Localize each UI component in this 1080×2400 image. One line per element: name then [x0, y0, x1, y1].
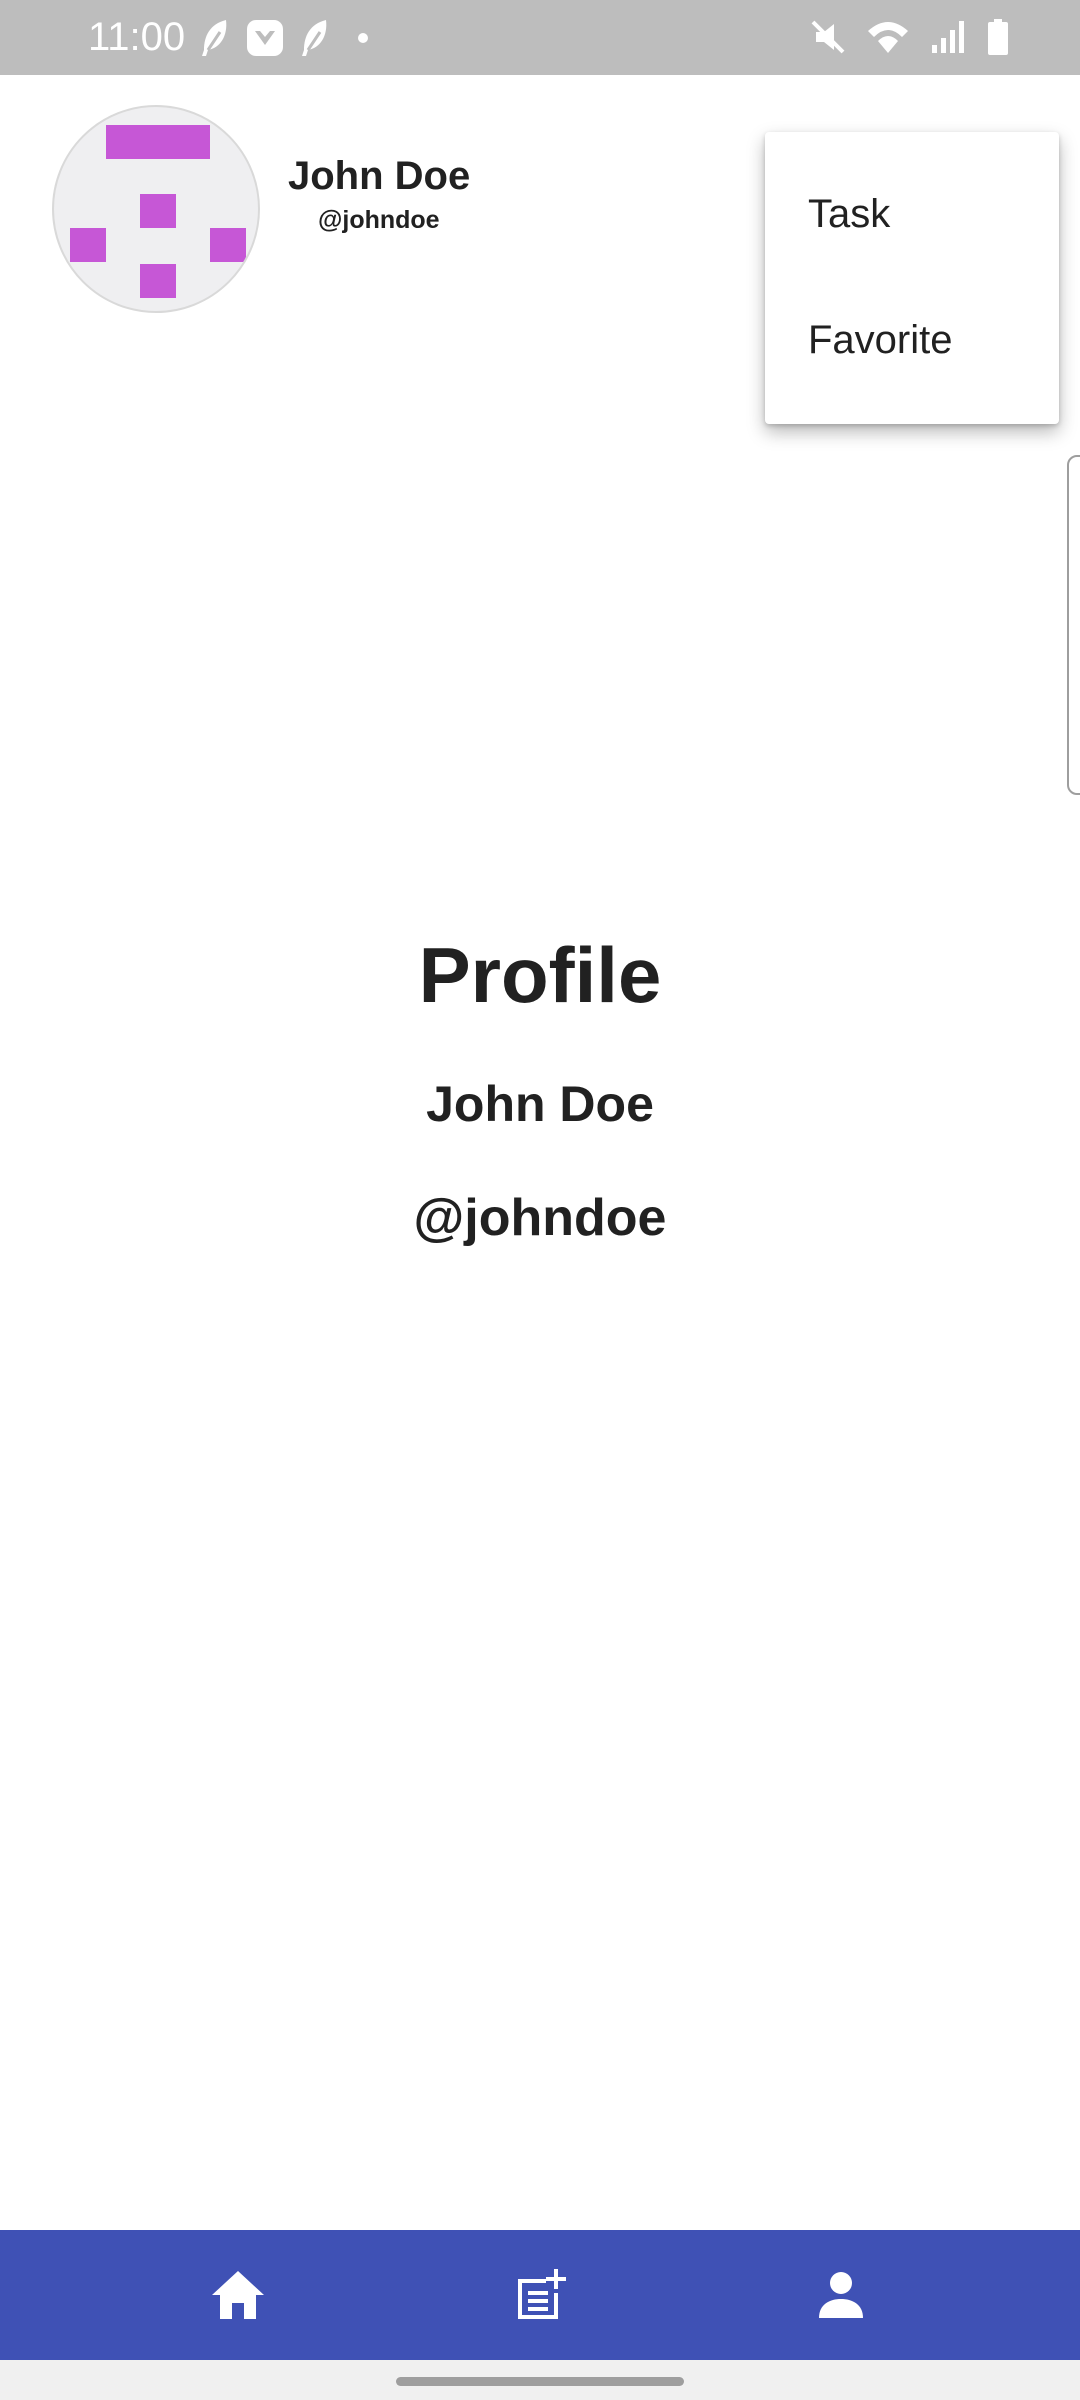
header-user-name: John Doe: [288, 154, 471, 198]
add-note-icon: [518, 2269, 566, 2319]
dot-icon: [358, 33, 368, 43]
avatar[interactable]: [52, 105, 260, 313]
menu-item-task[interactable]: Task: [808, 184, 890, 244]
nav-profile-button[interactable]: [741, 2230, 941, 2360]
profile-handle: @johndoe: [413, 1189, 667, 1247]
nav-add-task-button[interactable]: [440, 2230, 640, 2360]
profile-name: John Doe: [426, 1076, 654, 1132]
edge-panel-handle[interactable]: [1067, 455, 1080, 795]
overflow-menu: Task Favorite: [765, 132, 1059, 424]
menu-item-favorite[interactable]: Favorite: [808, 310, 953, 370]
status-time: 11:00: [88, 15, 186, 59]
status-bar: 11:00: [0, 0, 1080, 75]
mute-icon: [811, 20, 845, 54]
bottom-navigation: [0, 2230, 1080, 2360]
battery-icon: [988, 19, 1008, 55]
identicon-image: [70, 125, 246, 298]
shield-heart-icon: [247, 20, 283, 56]
status-right-icons: [808, 14, 1010, 60]
home-icon: [212, 2271, 264, 2319]
gesture-handle[interactable]: [396, 2377, 684, 2386]
header-user-handle: @johndoe: [318, 206, 440, 234]
feather-icon: [302, 20, 327, 56]
feather-icon: [202, 20, 227, 56]
person-icon: [819, 2272, 863, 2318]
signal-icon: [932, 21, 964, 53]
nav-home-button[interactable]: [138, 2230, 338, 2360]
status-left-icons: [198, 16, 380, 60]
page-title: Profile: [418, 931, 662, 1019]
wifi-icon: [868, 22, 908, 53]
